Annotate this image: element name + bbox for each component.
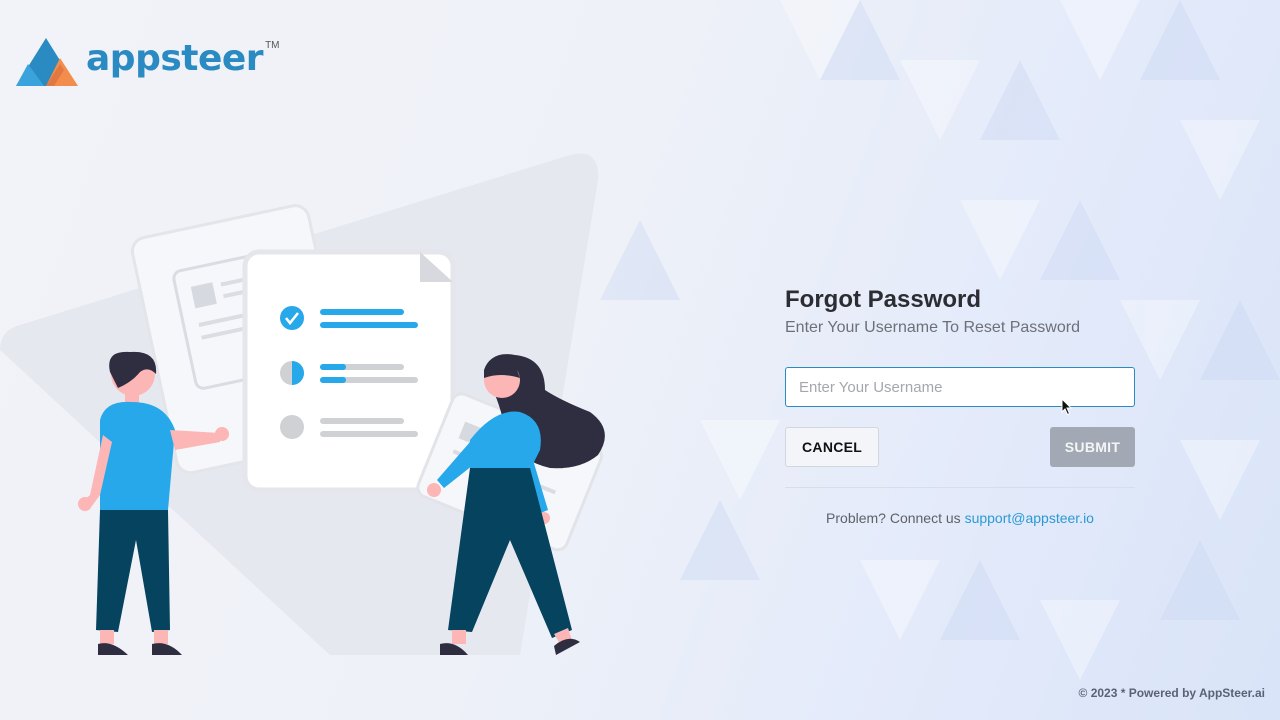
appsteer-logo: appsteer TM <box>14 36 280 88</box>
cancel-button[interactable]: CANCEL <box>785 427 880 467</box>
divider <box>785 487 1135 488</box>
logo-text: appsteer <box>86 38 264 79</box>
footer-credit: © 2023 * Powered by AppSteer.ai <box>1078 686 1265 700</box>
username-input[interactable] <box>785 367 1135 407</box>
trademark-mark: TM <box>265 40 280 51</box>
support-email-link[interactable]: support@appsteer.io <box>965 510 1094 526</box>
forgot-password-form: Forgot Password Enter Your Username To R… <box>785 286 1135 526</box>
logo-mark-icon <box>16 38 78 86</box>
hero-illustration <box>0 153 605 655</box>
page-subtitle: Enter Your Username To Reset Password <box>785 319 1080 336</box>
button-row: CANCEL SUBMIT <box>785 427 1135 467</box>
page-title: Forgot Password <box>785 286 982 313</box>
help-text: Problem? Connect us <box>826 510 961 526</box>
submit-button[interactable]: SUBMIT <box>1050 427 1135 467</box>
support-help-text: Problem? Connect us support@appsteer.io <box>785 510 1135 526</box>
mouse-cursor-icon <box>1061 398 1073 416</box>
